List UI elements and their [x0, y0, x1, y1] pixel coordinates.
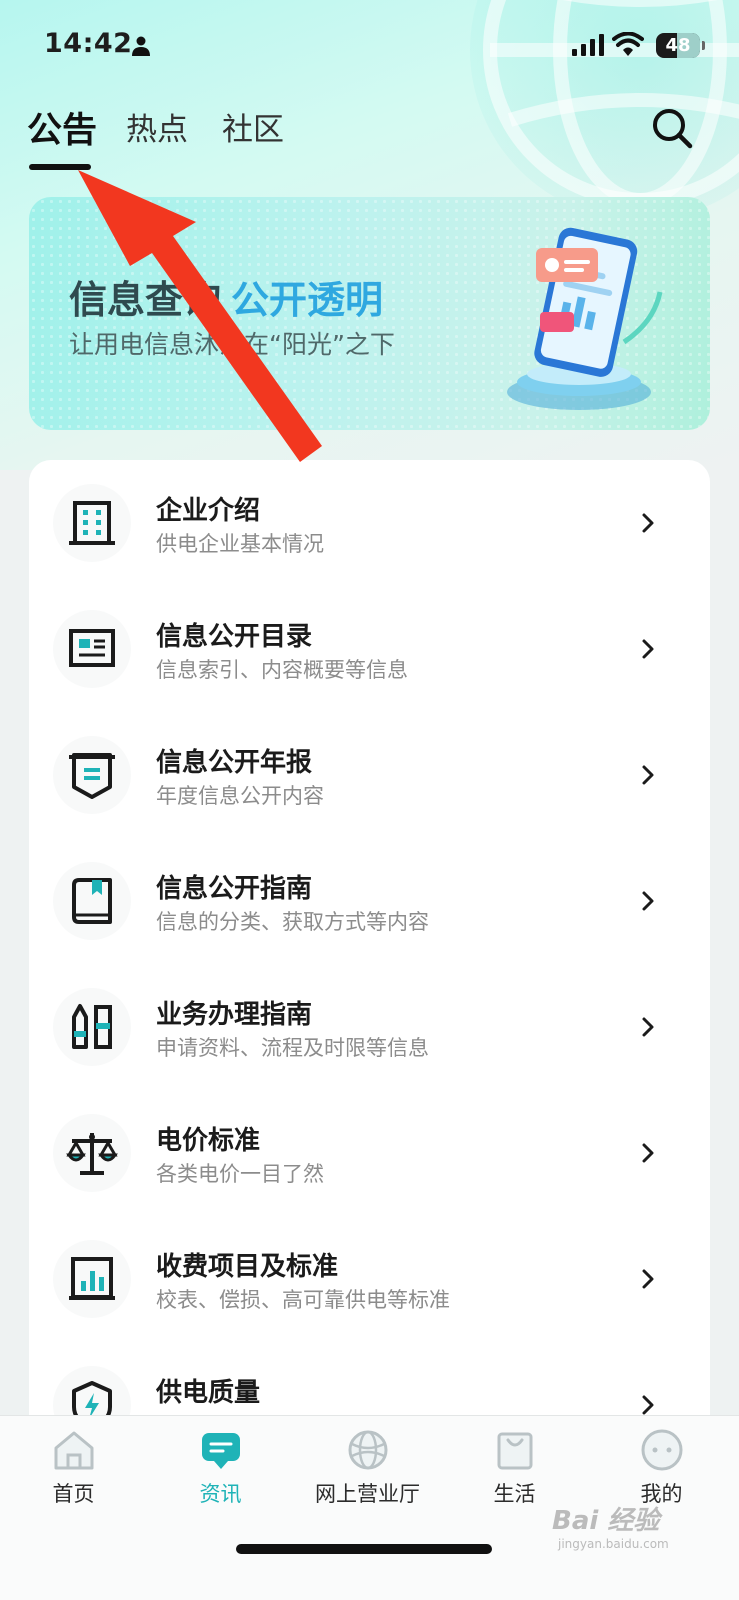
- nav-news[interactable]: 资讯: [147, 1416, 294, 1526]
- status-time: 14:42: [44, 28, 133, 59]
- item-subtitle: 各类电价一目了然: [156, 1162, 324, 1186]
- item-title: 企业介绍: [156, 496, 261, 526]
- nav-label: 首页: [52, 1482, 95, 1506]
- chevron-right-icon: [642, 1143, 654, 1163]
- chevron-right-icon: [642, 1269, 654, 1289]
- item-icon-wrapper: [53, 610, 131, 688]
- status-bar: 14:42 48: [0, 0, 739, 92]
- list-item-company-intro[interactable]: 企业介绍 供电企业基本情况: [29, 460, 710, 586]
- item-title: 信息公开指南: [156, 874, 313, 904]
- watermark-main: Bai 经验: [552, 1506, 660, 1536]
- home-icon: [54, 1431, 93, 1470]
- item-subtitle: 申请资料、流程及时限等信息: [156, 1036, 429, 1060]
- news-icon: [201, 1433, 240, 1469]
- item-subtitle: 校表、偿损、高可靠供电等标准: [156, 1288, 450, 1312]
- fee-chart-icon: [69, 1257, 115, 1300]
- chevron-right-icon: [642, 1395, 654, 1415]
- chevron-right-icon: [642, 513, 654, 533]
- item-title: 业务办理指南: [156, 1000, 313, 1030]
- nav-online-hall[interactable]: 网上营业厅: [294, 1416, 441, 1526]
- shopping-bag-icon: [497, 1432, 532, 1470]
- person-icon: [132, 36, 150, 56]
- active-tab-indicator: [29, 164, 91, 170]
- item-title: 电价标准: [156, 1126, 261, 1156]
- tab-community[interactable]: 社区: [222, 104, 284, 149]
- item-title: 信息公开年报: [156, 748, 313, 778]
- nav-home[interactable]: 首页: [0, 1416, 147, 1526]
- signal-icon: [572, 34, 604, 56]
- item-subtitle: 信息的分类、获取方式等内容: [156, 910, 429, 934]
- item-subtitle: 信息索引、内容概要等信息: [156, 658, 408, 682]
- item-icon-wrapper: [53, 862, 131, 940]
- nav-label: 资讯: [199, 1482, 242, 1506]
- chevron-right-icon: [642, 765, 654, 785]
- annual-report-icon: [69, 753, 115, 799]
- tab-hot-topics[interactable]: 热点: [126, 104, 188, 149]
- item-title: 供电质量: [156, 1378, 261, 1408]
- nav-label: 网上营业厅: [315, 1482, 420, 1506]
- chevron-right-icon: [642, 1017, 654, 1037]
- item-subtitle: 年度信息公开内容: [156, 784, 324, 808]
- building-icon: [69, 501, 115, 545]
- list-item-business-guide[interactable]: 业务办理指南 申请资料、流程及时限等信息: [29, 964, 710, 1090]
- watermark-sub: jingyan.baidu.com: [558, 1537, 669, 1551]
- item-icon-wrapper: [53, 1240, 131, 1318]
- profile-icon: [641, 1429, 682, 1471]
- guide-book-icon: [72, 878, 112, 924]
- item-icon-wrapper: [53, 988, 131, 1066]
- list-item-annual-report[interactable]: 信息公开年报 年度信息公开内容: [29, 712, 710, 838]
- tab-announcement[interactable]: 公告: [27, 102, 97, 153]
- item-icon-wrapper: [53, 736, 131, 814]
- online-hall-icon: [348, 1430, 387, 1470]
- banner-title-accent: 公开透明: [231, 278, 384, 322]
- item-title: 信息公开目录: [156, 622, 313, 652]
- banner-subtitle: 让用电信息沐浴在“阳光”之下: [69, 330, 395, 359]
- item-icon-wrapper: [53, 484, 131, 562]
- phone-illustration-icon: [507, 227, 663, 410]
- chevron-right-icon: [642, 891, 654, 911]
- wifi-icon: [612, 32, 644, 56]
- list-item-info-guide[interactable]: 信息公开指南 信息的分类、获取方式等内容: [29, 838, 710, 964]
- list-item-electricity-price[interactable]: 电价标准 各类电价一目了然: [29, 1090, 710, 1216]
- item-subtitle: 供电企业基本情况: [156, 532, 324, 556]
- battery-percent: 48: [665, 35, 691, 56]
- banner-title-main: 信息查询: [69, 278, 222, 322]
- list-item-fee-items[interactable]: 收费项目及标准 校表、偿损、高可靠供电等标准: [29, 1216, 710, 1342]
- battery-indicator: 48: [656, 33, 700, 58]
- battery-cap: [702, 41, 705, 50]
- scale-icon: [66, 1133, 118, 1175]
- chevron-right-icon: [642, 639, 654, 659]
- banner-title: 信息查询 公开透明: [69, 269, 383, 324]
- home-indicator: [236, 1544, 492, 1554]
- item-icon-wrapper: [53, 1114, 131, 1192]
- info-list-card: 企业介绍 供电企业基本情况 信息公开目录 信息索引、内容概要等信息 信息公开年报…: [29, 460, 710, 1460]
- watermark: Bai 经验 jingyan.baidu.com: [552, 1500, 669, 1551]
- directory-icon: [69, 629, 115, 667]
- list-item-info-directory[interactable]: 信息公开目录 信息索引、内容概要等信息: [29, 586, 710, 712]
- info-query-banner[interactable]: 信息查询 公开透明 让用电信息沐浴在“阳光”之下: [29, 197, 710, 430]
- business-guide-icon: [72, 1004, 112, 1049]
- search-icon[interactable]: [650, 106, 694, 150]
- item-title: 收费项目及标准: [156, 1252, 339, 1282]
